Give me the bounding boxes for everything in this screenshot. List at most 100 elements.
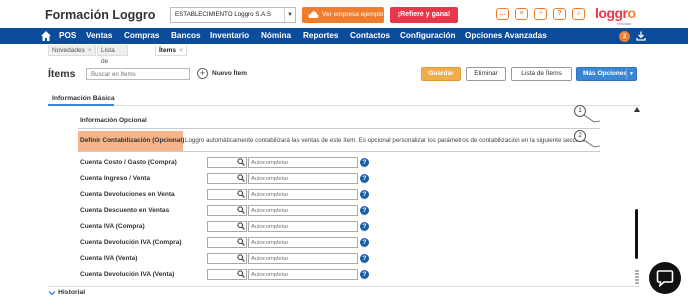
search-icon[interactable] — [237, 254, 245, 262]
tab-label: Ítems — [159, 47, 176, 54]
tab-novedades[interactable]: Novedades × — [48, 45, 96, 56]
tab-informacion-basica[interactable]: Información Básica — [52, 95, 115, 102]
help-icon[interactable]: ? — [360, 222, 369, 231]
establishment-select[interactable]: ESTABLECIMIENTO Loggro S.A.S ▼ — [170, 7, 296, 23]
tab-label: Novedades — [52, 47, 85, 54]
cloud-icon — [308, 11, 319, 18]
pointer-line-1 — [584, 115, 600, 123]
autocomplete-input[interactable] — [248, 237, 358, 248]
account-label: Cuenta IVA (Compra) — [80, 223, 145, 230]
account-label: Cuenta Devoluciones en Venta — [80, 191, 175, 198]
bell-icon[interactable]: ♪ — [572, 8, 585, 20]
chat-icon[interactable]: … — [496, 8, 509, 20]
account-row-devoluciones-venta: Cuenta Devoluciones en Venta ? — [80, 189, 380, 201]
save-button[interactable]: Guardar — [421, 67, 461, 81]
chevron-down-icon[interactable] — [48, 289, 56, 297]
nav-item-opciones-avanzadas[interactable]: Opciones Avanzadas — [465, 28, 547, 44]
nav-item-compras[interactable]: Compras — [124, 28, 160, 44]
company-name: Formación Loggro — [45, 8, 156, 22]
page-title: Ítems — [48, 68, 76, 80]
top-header: Formación Loggro ESTABLECIMIENTO Loggro … — [0, 0, 688, 28]
search-icon[interactable] — [237, 238, 245, 246]
search-icon[interactable] — [237, 174, 245, 182]
loggro-logo: loggro — [595, 5, 636, 21]
scroll-thumb[interactable] — [635, 209, 638, 259]
search-icon[interactable] — [237, 158, 245, 166]
new-item-link[interactable]: Nuevo Ítem — [212, 70, 247, 77]
notification-badge[interactable]: 2 — [619, 31, 630, 42]
account-row-iva-compra: Cuenta IVA (Compra) ? — [80, 221, 380, 233]
close-icon[interactable]: × — [179, 47, 183, 54]
example-company-button[interactable]: Ver empresa ejemplo — [302, 7, 384, 23]
divider — [48, 105, 640, 106]
account-row-ingreso-venta: Cuenta Ingreso / Venta ? — [80, 173, 380, 185]
autocomplete-input[interactable] — [248, 173, 358, 184]
delete-button[interactable]: Eliminar — [466, 67, 506, 81]
account-label: Cuenta Descuento en Ventas — [80, 207, 170, 214]
scroll-up-arrow-icon[interactable] — [634, 107, 640, 112]
account-label: Cuenta Costo / Gasto (Compra) — [80, 159, 177, 166]
help-icon[interactable]: ? — [360, 206, 369, 215]
nav-item-bancos[interactable]: Bancos — [171, 28, 201, 44]
account-label: Cuenta Devolución IVA (Venta) — [80, 271, 175, 278]
account-row-devolucion-iva-compra: Cuenta Devolución IVA (Compra) ? — [80, 237, 380, 249]
help-icon[interactable]: ? — [553, 8, 566, 20]
chat-widget-button[interactable] — [649, 262, 681, 294]
autocomplete-input[interactable] — [248, 269, 358, 280]
clock-icon[interactable]: ◔ — [534, 8, 547, 20]
account-row-iva-venta: Cuenta IVA (Venta) ? — [80, 253, 380, 265]
nav-item-pos[interactable]: POS — [59, 28, 76, 44]
refer-button[interactable]: ¡Refiere y gana! — [390, 7, 458, 23]
nav-item-nomina[interactable]: Nómina — [261, 28, 291, 44]
nav-item-reportes[interactable]: Reportes — [303, 28, 339, 44]
search-icon[interactable] — [237, 270, 245, 278]
account-row-descuento-ventas: Cuenta Descuento en Ventas ? — [80, 205, 380, 217]
help-icon[interactable]: ? — [360, 158, 369, 167]
autocomplete-input[interactable] — [248, 189, 358, 200]
account-row-devolucion-iva-venta: Cuenta Devolución IVA (Venta) ? — [80, 269, 380, 281]
help-icon[interactable]: ? — [360, 190, 369, 199]
close-icon[interactable]: × — [88, 47, 92, 54]
help-icon[interactable]: ? — [360, 174, 369, 183]
search-icon[interactable] — [237, 190, 245, 198]
autocomplete-input[interactable] — [248, 253, 358, 264]
item-list-button[interactable]: Lista de Ítems — [511, 67, 572, 81]
nav-item-inventario[interactable]: Inventario — [210, 28, 249, 44]
autocomplete-input[interactable] — [248, 157, 358, 168]
account-label: Cuenta Devolución IVA (Compra) — [80, 239, 182, 246]
account-label: Cuenta IVA (Venta) — [80, 255, 138, 262]
chevron-down-icon[interactable]: ▼ — [626, 68, 636, 80]
chevron-down-icon[interactable]: ▼ — [284, 8, 295, 22]
nav-item-contactos[interactable]: Contactos — [350, 28, 390, 44]
example-company-label: Ver empresa ejemplo — [322, 11, 384, 18]
nav-item-ventas[interactable]: Ventas — [86, 28, 112, 44]
search-input[interactable] — [86, 68, 190, 80]
document-icon[interactable]: ≡ — [515, 8, 528, 20]
home-icon[interactable] — [40, 30, 52, 42]
logo-subtitle: restobar — [617, 21, 632, 26]
search-icon[interactable] — [237, 222, 245, 230]
more-options-button[interactable]: Más Opciones ▼ — [576, 67, 637, 81]
define-accounting-description: Loggro automáticamente contabilizará las… — [185, 137, 586, 144]
define-accounting-label[interactable]: Definir Contabilización (Opcional) — [80, 137, 184, 144]
scrollbar[interactable] — [632, 107, 642, 285]
search-icon[interactable] — [237, 206, 245, 214]
pointer-line-2 — [584, 140, 600, 148]
tab-lista-de-items[interactable]: Lista de Ítems× — [97, 45, 128, 76]
define-accounting-row: Definir Contabilización (Opcional) Loggr… — [78, 131, 600, 151]
historial-section[interactable]: Historial — [58, 289, 85, 296]
plus-icon[interactable]: + — [197, 68, 208, 79]
tab-items[interactable]: Ítems × — [155, 45, 187, 56]
help-icon[interactable]: ? — [360, 270, 369, 279]
nav-item-configuracion[interactable]: Configuración — [400, 28, 456, 44]
autocomplete-input[interactable] — [248, 205, 358, 216]
establishment-value: ESTABLECIMIENTO Loggro S.A.S — [175, 11, 272, 18]
grip-icon[interactable] — [635, 270, 639, 284]
autocomplete-input[interactable] — [248, 221, 358, 232]
download-icon[interactable] — [636, 31, 646, 41]
active-tab-underline — [48, 104, 114, 106]
help-icon[interactable]: ? — [360, 238, 369, 247]
optional-info-heading: Información Opcional — [80, 117, 147, 124]
help-icon[interactable]: ? — [360, 254, 369, 263]
divider — [78, 151, 600, 152]
